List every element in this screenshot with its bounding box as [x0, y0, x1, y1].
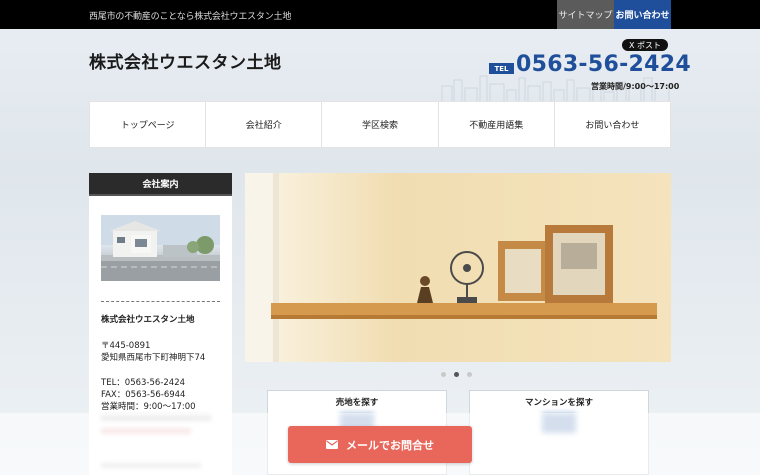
office-photo [101, 215, 220, 281]
mail-inquiry-button[interactable]: メールでお問合せ [288, 426, 472, 463]
sitemap-link[interactable]: サイトマップ [557, 0, 614, 29]
nav-item-company[interactable]: 会社紹介 [206, 102, 323, 147]
sidebar-address: 愛知県西尾市下町神明下74 [101, 353, 206, 363]
sidebar-tel: TEL：0563-56-2424 [101, 378, 186, 388]
slider-dot[interactable] [467, 372, 472, 377]
nav-item-contact[interactable]: お問い合わせ [555, 102, 670, 147]
x-post-button[interactable]: X ポスト [622, 39, 668, 51]
sidebar-hours: 営業時間：9:00〜17:00 [101, 402, 196, 412]
global-nav: トップページ 会社紹介 学区検索 不動産用語集 お問い合わせ [89, 101, 671, 148]
sidebar-heading: 会社案内 [89, 173, 232, 196]
search-land-label: 売地を探す [335, 398, 379, 408]
business-hours: 営業時間/9:00〜17:00 [591, 82, 680, 91]
tel-number[interactable]: 0563-56-2424 [516, 52, 691, 77]
tel-badge: TEL [489, 63, 514, 74]
slider-dot[interactable] [441, 372, 446, 377]
slider-dot-active[interactable] [454, 372, 459, 377]
search-mansion-label: マンションを探す [524, 398, 593, 408]
nav-item-top[interactable]: トップページ [90, 102, 207, 147]
contact-link[interactable]: お問い合わせ [614, 0, 671, 29]
site-logo[interactable]: 株式会社ウエスタン土地 [89, 48, 282, 73]
sidebar-divider [101, 301, 220, 302]
mail-icon [326, 440, 338, 449]
hero-slide-image [245, 173, 671, 362]
mail-inquiry-label: メールでお問合せ [346, 438, 434, 452]
top-bar: 西尾市の不動産のことなら株式会社ウエスタン土地 サイトマップ お問い合わせ [0, 0, 760, 29]
nav-item-glossary[interactable]: 不動産用語集 [439, 102, 555, 147]
sidebar-fax: FAX：0563-56-6944 [101, 390, 186, 400]
nav-item-school-district[interactable]: 学区検索 [322, 102, 439, 147]
slider-pagination [441, 372, 472, 377]
sidebar-zip: 〒445-0891 [101, 341, 151, 351]
sidebar-company-name: 株式会社ウエスタン土地 [101, 315, 195, 325]
site-tagline: 西尾市の不動産のことなら株式会社ウエスタン土地 [89, 12, 292, 22]
